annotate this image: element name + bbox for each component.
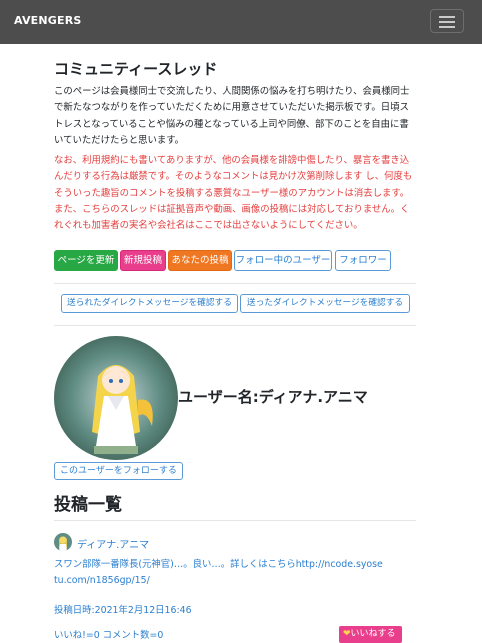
received-dm-button[interactable]: 送られたダイレクトメッセージを確認する xyxy=(61,294,238,313)
divider xyxy=(54,520,416,521)
navbar: AVENGERS xyxy=(0,0,482,44)
post-author-avatar[interactable] xyxy=(54,533,72,551)
following-button[interactable]: フォロー中のユーザー xyxy=(234,250,332,271)
your-posts-button[interactable]: あなたの投稿 xyxy=(168,250,232,271)
user-avatar xyxy=(54,336,178,460)
posts-heading: 投稿一覧 xyxy=(54,495,122,515)
post-body[interactable]: スワン部隊一番隊長(元神官)…。良い…。詳しくはこちらhttp://ncode.… xyxy=(54,557,384,589)
profile-username: ユーザー名:ディアナ.アニマ xyxy=(178,388,368,406)
post-stats: いいね!=0 コメント数=0 xyxy=(54,630,164,641)
notice-text: なお、利用規約にも書いてありますが、他の会員様を誹謗中傷したり、暴言を書き込んだ… xyxy=(54,155,413,232)
like-button[interactable]: ❤いいねする xyxy=(339,626,402,643)
brand-logo[interactable]: AVENGERS xyxy=(14,14,82,27)
new-post-button[interactable]: 新規投稿 xyxy=(120,250,166,271)
intro-text: このページは会員様同士で交流したり、人間関係の悩みを打ち明けたり、会員様同士で新… xyxy=(54,86,410,146)
post-author-link[interactable]: ディアナ.アニマ xyxy=(77,536,149,551)
hamburger-icon xyxy=(439,16,455,18)
menu-toggle-button[interactable] xyxy=(430,9,464,33)
divider xyxy=(54,325,416,326)
page-title: コミュニティースレッド xyxy=(54,60,218,78)
refresh-button[interactable]: ページを更新 xyxy=(54,250,118,271)
post-date: 投稿日時:2021年2月12日16:46 xyxy=(54,605,192,616)
like-button-label: いいねする xyxy=(350,629,396,639)
sent-dm-button[interactable]: 送ったダイレクトメッセージを確認する xyxy=(240,294,410,313)
follow-user-button[interactable]: このユーザーをフォローする xyxy=(54,462,183,480)
heart-icon: ❤ xyxy=(343,629,351,639)
followers-button[interactable]: フォロワー xyxy=(335,250,391,271)
divider xyxy=(54,283,416,284)
